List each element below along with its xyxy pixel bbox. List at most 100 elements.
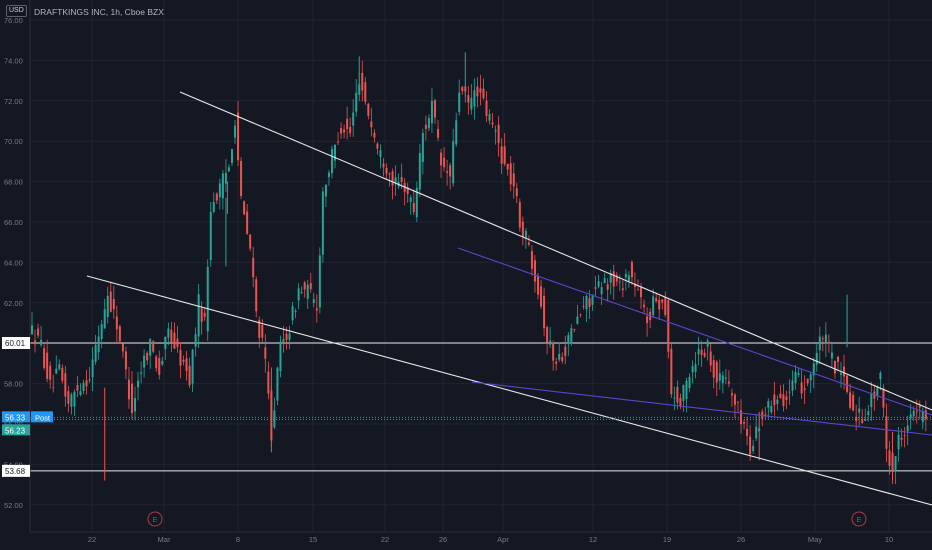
candle-down: [67, 391, 70, 404]
candle-up: [697, 348, 700, 355]
y-tick-label: 74.00: [4, 56, 23, 65]
candle-down: [552, 342, 555, 361]
candle-up: [815, 353, 818, 365]
candle-up: [58, 364, 61, 370]
candle-down: [821, 338, 824, 340]
candle-up: [100, 324, 103, 340]
candle-up: [94, 344, 97, 362]
candle-down: [615, 274, 618, 282]
x-tick-label: 12: [589, 535, 597, 544]
price-chart[interactable]: 76.00 74.00 72.00 70.00 68.00 66.00 64.00 62.00…: [0, 0, 932, 550]
candle-down: [485, 100, 488, 116]
candle-up: [524, 230, 527, 238]
close-price-label: 56.23: [5, 426, 26, 435]
candle-down: [749, 436, 752, 455]
candle-up: [567, 335, 570, 344]
candle-down: [918, 405, 921, 408]
candle-down: [461, 87, 464, 91]
candle-down: [433, 100, 436, 118]
candle-up: [330, 148, 333, 174]
candle-up: [297, 288, 300, 301]
candle-down: [715, 361, 718, 383]
candle-up: [673, 397, 676, 399]
candle-down: [46, 352, 49, 379]
candle-up: [143, 355, 146, 368]
candle-down: [746, 428, 749, 436]
candle-up: [618, 281, 621, 283]
candle-down: [373, 132, 376, 138]
post-badge-label: Post: [35, 413, 51, 422]
candle-down: [924, 410, 927, 420]
candle-up: [97, 336, 100, 353]
candle-down: [664, 297, 667, 316]
candle-up: [279, 341, 282, 372]
candle-up: [876, 386, 879, 396]
candle-up: [227, 167, 230, 172]
candle-up: [879, 372, 882, 380]
candle-down: [712, 360, 715, 378]
level-price-label: 60.01: [5, 339, 26, 348]
candle-up: [137, 380, 140, 388]
y-tick-label: 52.00: [4, 501, 23, 510]
candle-down: [482, 88, 485, 99]
candle-down: [34, 340, 37, 345]
candle-up: [755, 426, 758, 439]
candle-down: [437, 128, 440, 138]
candle-up: [549, 340, 552, 345]
candle-down: [261, 325, 264, 338]
candle-up: [724, 377, 727, 379]
candle-down: [606, 284, 609, 290]
candle-down: [215, 193, 218, 201]
candle-down: [506, 163, 509, 170]
candle-down: [118, 326, 121, 342]
candle-up: [906, 425, 909, 432]
candle-up: [230, 149, 233, 163]
candle-down: [836, 356, 839, 362]
candle-down: [537, 275, 540, 295]
candle-up: [206, 266, 209, 332]
candle-up: [706, 340, 709, 347]
x-tick-label: 26: [439, 535, 447, 544]
candle-down: [779, 393, 782, 398]
candle-down: [176, 338, 179, 347]
candle-down: [237, 112, 240, 161]
candle-up: [191, 349, 194, 384]
candle-up: [455, 120, 458, 145]
candle-up: [218, 183, 221, 198]
candle-down: [467, 95, 470, 103]
candle-up: [624, 273, 627, 278]
candle-down: [640, 287, 643, 298]
symbol-title[interactable]: DRAFTKINGS INC, 1h, Cboe BZX: [34, 7, 164, 17]
candle-down: [255, 279, 258, 312]
candle-down: [885, 416, 888, 449]
y-tick-label: 64.00: [4, 258, 23, 267]
candle-up: [161, 360, 164, 365]
candle-down: [200, 308, 203, 322]
candle-up: [31, 325, 33, 335]
candle-down: [382, 163, 385, 168]
candle-down: [833, 360, 836, 374]
candle-up: [379, 150, 382, 157]
candle-down: [130, 383, 133, 413]
candle-down: [773, 394, 776, 406]
currency-badge[interactable]: USD: [6, 5, 27, 17]
candle-down: [182, 359, 185, 362]
candle-up: [394, 177, 397, 183]
candle-down: [400, 176, 403, 182]
candle-down: [243, 201, 246, 215]
candle-down: [121, 343, 124, 352]
candle-down: [412, 203, 415, 213]
candle-down: [676, 386, 679, 403]
candle-down: [479, 88, 482, 93]
y-tick-label: 70.00: [4, 137, 23, 146]
candle-up: [212, 202, 215, 212]
earnings-marker-label: E: [152, 515, 157, 524]
trendlines: [86, 91, 932, 506]
x-tick-label: 22: [88, 535, 96, 544]
candle-up: [194, 334, 197, 347]
candle-down: [391, 171, 394, 186]
candle-up: [576, 316, 579, 324]
candle-up: [688, 376, 691, 389]
candle-down: [388, 173, 391, 175]
candle-up: [600, 287, 603, 295]
